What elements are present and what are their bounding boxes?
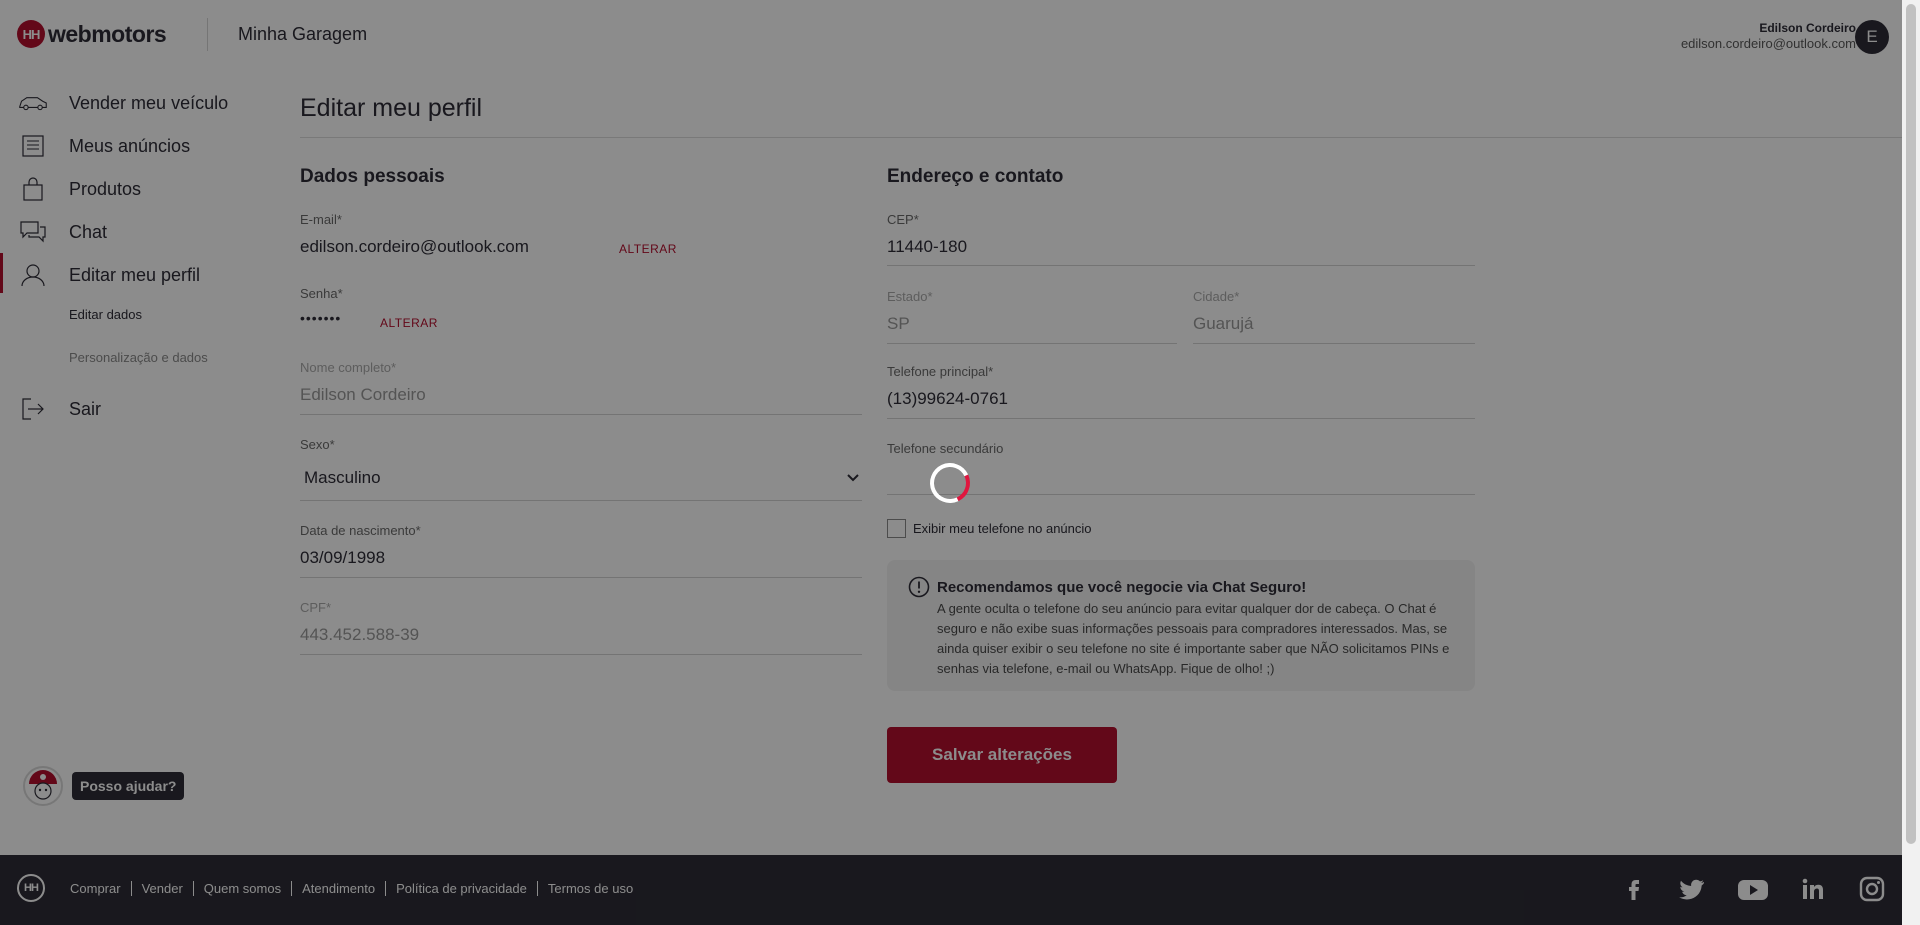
scrollbar-thumb[interactable] xyxy=(1906,4,1916,844)
page-scrollbar[interactable] xyxy=(1902,0,1920,925)
